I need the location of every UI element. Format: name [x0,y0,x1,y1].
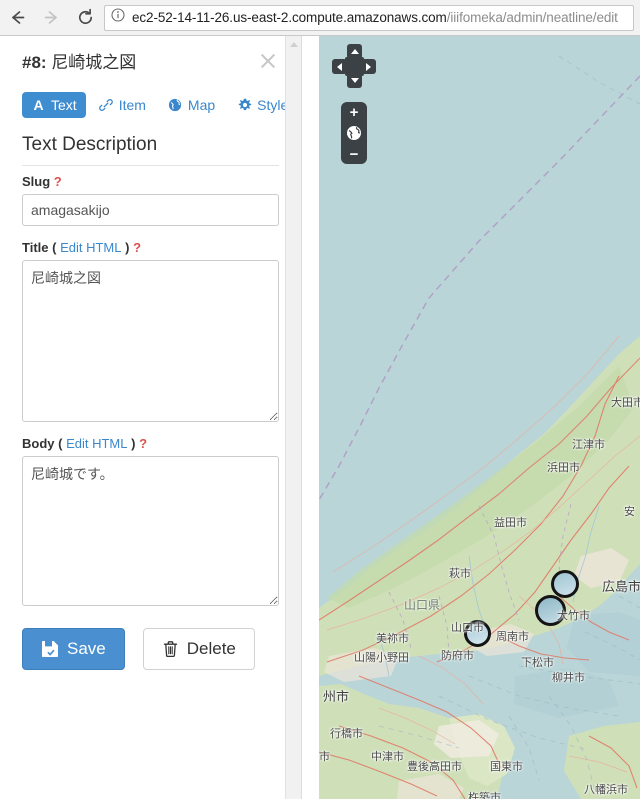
panel-scrollbar[interactable] [285,36,301,799]
title-textarea[interactable] [22,260,279,422]
pan-left-icon[interactable] [332,59,347,74]
editor-panel-header: #8: 尼崎城之図 [22,52,279,74]
pan-down-icon[interactable] [347,73,362,88]
tab-style-label: Style [257,97,289,113]
tab-text-label: Text [51,97,77,113]
tab-text[interactable]: A Text [22,92,86,118]
zoom-in-button[interactable]: + [341,102,367,122]
save-disk-icon [41,640,59,658]
zoom-out-button[interactable]: − [341,144,367,164]
slug-label: Slug ? [22,174,279,189]
body-help-icon[interactable]: ? [139,436,147,451]
url-host: ec2-52-14-11-26.us-east-2.compute.amazon… [132,10,447,25]
slug-label-text: Slug [22,174,51,189]
map-image-marker-1[interactable] [551,570,579,598]
link-icon [99,98,114,113]
map-pan-control[interactable] [332,44,376,88]
body-textarea[interactable] [22,456,279,606]
gear-icon [237,98,252,113]
reload-icon [76,8,95,27]
map-zoom-control[interactable]: + − [341,102,367,164]
editor-tab-bar: A Text Item Map Style [22,92,288,118]
delete-button-label: Delete [186,639,236,658]
map-tile-canvas [319,36,640,799]
tab-map-label: Map [187,97,216,113]
pan-up-icon[interactable] [347,44,362,59]
pan-right-icon[interactable] [361,59,376,74]
tab-item[interactable]: Item [90,92,155,118]
trash-icon [162,640,179,658]
delete-button[interactable]: Delete [142,628,255,670]
address-bar[interactable]: ec2-52-14-11-26.us-east-2.compute.amazon… [104,4,634,31]
globe-icon [168,98,183,113]
url-path: /iiifomeka/admin/neatline/edit [446,10,618,25]
title-paren-close: ) [125,240,130,255]
text-font-icon: A [33,97,44,113]
tab-item-label: Item [118,97,146,113]
field-body: Body ( Edit HTML ) ? [22,436,279,606]
forward-button[interactable] [34,1,68,35]
url-text: ec2-52-14-11-26.us-east-2.compute.amazon… [132,10,618,25]
title-paren-open: ( [52,240,57,255]
body-edit-html-link[interactable]: Edit HTML [66,436,127,451]
title-help-icon[interactable]: ? [133,240,141,255]
scroll-up-arrow-icon[interactable] [286,36,301,52]
record-title-text: 尼崎城之図 [51,53,137,72]
title-label: Title ( Edit HTML ) ? [22,240,279,255]
body-paren-open: ( [58,436,63,451]
body-label-text: Body [22,436,55,451]
map-image-marker-2[interactable] [535,595,566,626]
zoom-globe-button[interactable] [341,122,367,144]
reload-button[interactable] [68,1,102,35]
title-label-text: Title [22,240,49,255]
close-icon[interactable] [257,50,279,72]
body-paren-close: ) [131,436,136,451]
map-image-marker-3[interactable] [464,620,491,647]
field-title: Title ( Edit HTML ) ? [22,240,279,422]
editor-panel-inner: #8: 尼崎城之図 A Text Item Map Style Text Des… [0,36,301,670]
page-content: #8: 尼崎城之図 A Text Item Map Style Text Des… [0,36,640,799]
neatline-map[interactable]: + − 大田市 江津市 浜田市 益田市 萩市 山口県 山口市 美祢市 山陽小野田 防府市 周南市 下松… [319,36,640,799]
section-title: Text Description [22,134,279,166]
tab-map[interactable]: Map [159,92,224,118]
back-button[interactable] [0,1,34,35]
save-button-label: Save [67,639,106,658]
browser-toolbar: ec2-52-14-11-26.us-east-2.compute.amazon… [0,0,640,36]
editor-action-buttons: Save Delete [22,628,279,670]
forward-arrow-icon [42,8,61,27]
site-info-icon[interactable] [111,8,125,27]
record-number: #8: [22,53,47,72]
field-slug: Slug ? [22,174,279,226]
title-edit-html-link[interactable]: Edit HTML [60,240,121,255]
neatline-record-editor-panel: #8: 尼崎城之図 A Text Item Map Style Text Des… [0,36,302,799]
slug-input[interactable] [22,194,279,226]
slug-help-icon[interactable]: ? [54,174,62,189]
save-button[interactable]: Save [22,628,125,670]
back-arrow-icon [8,8,27,27]
globe-icon [346,125,362,141]
page-title: #8: 尼崎城之図 [22,52,136,74]
body-label: Body ( Edit HTML ) ? [22,436,279,451]
